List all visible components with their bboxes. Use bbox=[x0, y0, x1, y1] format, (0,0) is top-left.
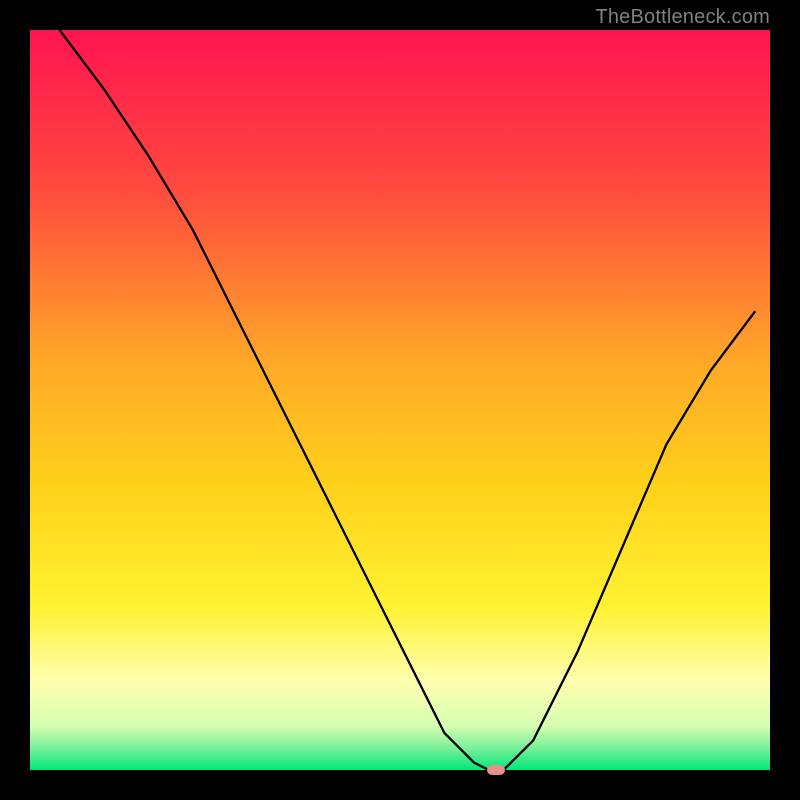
watermark-text: TheBottleneck.com bbox=[595, 6, 770, 29]
gradient-background bbox=[30, 30, 770, 770]
plot-area bbox=[30, 30, 770, 770]
chart-frame: TheBottleneck.com bbox=[0, 0, 800, 800]
chart-svg bbox=[30, 30, 770, 770]
